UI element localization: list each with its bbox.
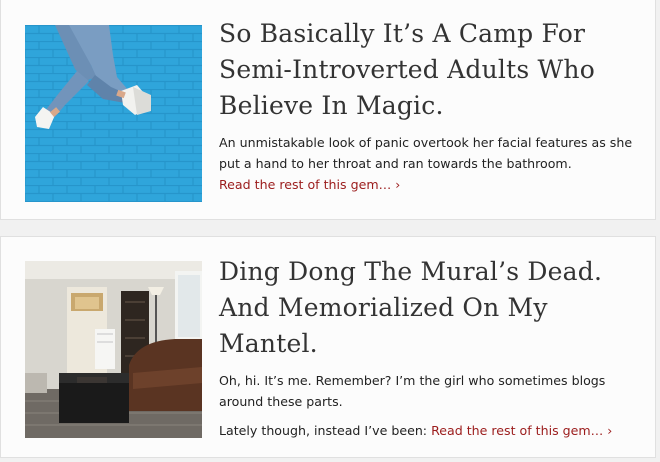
photo-living-room-icon xyxy=(25,261,202,438)
photo-jumping-person-icon xyxy=(25,25,202,202)
post-card: So Basically It’s A Camp For Semi-Introv… xyxy=(0,0,656,220)
post-card: Ding Dong The Mural’s Dead. And Memorial… xyxy=(0,236,656,458)
post-thumbnail[interactable] xyxy=(25,25,202,202)
post-excerpt-text: An unmistakable look of panic overtook h… xyxy=(219,135,633,171)
read-more-link[interactable]: Read the rest of this gem… › xyxy=(219,177,400,192)
post-excerpt-text: Lately though, instead I’ve been: xyxy=(219,423,428,438)
post-title[interactable]: So Basically It’s A Camp For Semi-Introv… xyxy=(219,16,639,124)
read-more-link[interactable]: Read the rest of this gem… › xyxy=(431,423,612,438)
post-title[interactable]: Ding Dong The Mural’s Dead. And Memorial… xyxy=(219,254,639,362)
post-excerpt: Oh, hi. It’s me. Remember? I’m the girl … xyxy=(219,373,606,409)
post-excerpt: An unmistakable look of panic overtook h… xyxy=(219,132,639,195)
post-thumbnail[interactable] xyxy=(25,261,202,438)
post-excerpt-continued: Lately though, instead I’ve been: Read t… xyxy=(219,420,639,441)
